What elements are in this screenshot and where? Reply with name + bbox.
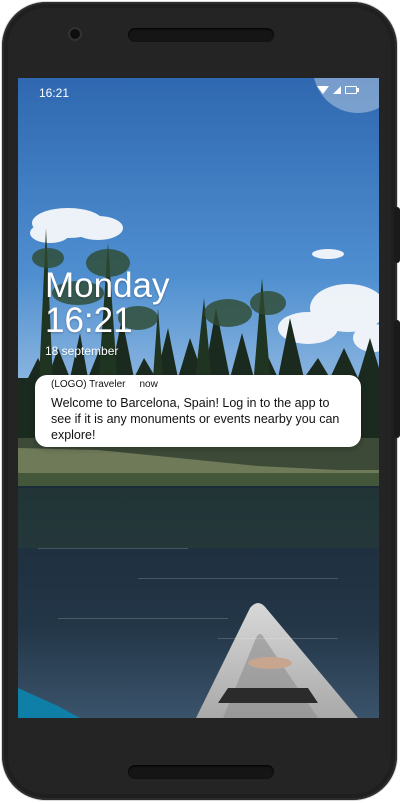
notification-header: (LOGO) Traveler now (51, 379, 158, 390)
notification-time: now (139, 379, 158, 390)
notification-card[interactable]: (LOGO) Traveler now Welcome to Barcelona… (35, 375, 361, 447)
water-ripple (38, 548, 188, 549)
water-ripple (138, 578, 338, 579)
status-bar: 16:21 (18, 78, 379, 106)
bottom-speaker (128, 765, 274, 779)
battery-icon (345, 86, 359, 94)
water-ripple (218, 638, 338, 639)
power-button[interactable] (394, 207, 400, 263)
status-time: 16:21 (39, 86, 70, 100)
notification-app-name: (LOGO) Traveler (51, 379, 126, 390)
water-ripple (58, 618, 228, 619)
clock-day: Monday (45, 266, 170, 305)
clock-time: 16:21 (45, 301, 133, 340)
front-camera (68, 27, 82, 41)
clock-date: 18 september (45, 344, 119, 358)
status-icons (317, 86, 359, 94)
earpiece-speaker (128, 28, 274, 42)
volume-button[interactable] (394, 320, 400, 438)
wifi-icon (317, 86, 329, 94)
notification-message: Welcome to Barcelona, Spain! Log in to t… (51, 396, 340, 442)
lock-clock: Monday 16:21 18 september (45, 268, 170, 358)
signal-icon (333, 86, 341, 94)
lock-screen[interactable]: 16:21 Monday 16:21 18 september (LOGO) T… (18, 78, 379, 718)
